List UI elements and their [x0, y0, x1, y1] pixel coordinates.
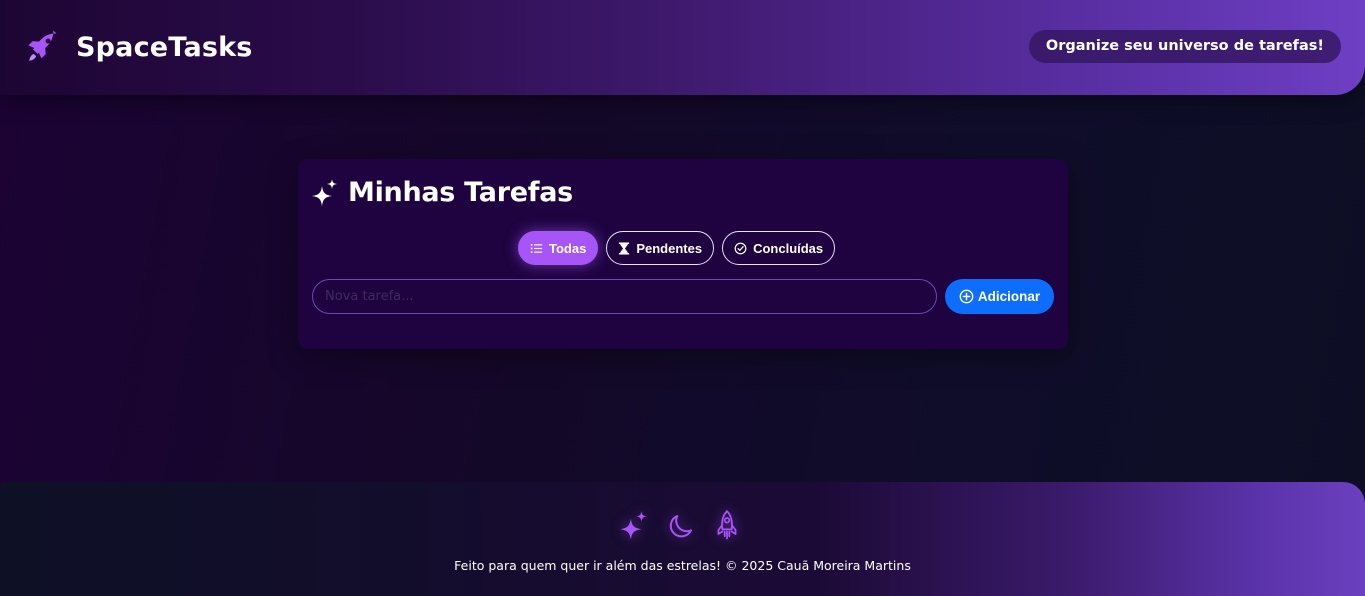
rocket-icon: [28, 30, 57, 61]
page-title: Minhas Tarefas: [348, 177, 573, 208]
slogan-badge: Organize seu universo de tarefas!: [1028, 30, 1341, 63]
filter-label: Todas: [549, 240, 587, 256]
add-task-button[interactable]: Adicionar: [945, 279, 1054, 314]
rocket-icon: [717, 510, 737, 540]
plus-circle-icon: [959, 289, 974, 304]
brand[interactable]: SpaceTasks: [24, 28, 253, 66]
app-footer: Feito para quem quer ir além das estrela…: [0, 482, 1365, 596]
filter-todas-button[interactable]: Todas: [518, 231, 599, 265]
footer-icons: [620, 510, 740, 542]
filter-concluidas-button[interactable]: Concluídas: [722, 231, 836, 265]
sparkles-icon: [620, 511, 647, 540]
hourglass-icon: [619, 241, 630, 255]
filter-pendentes-button[interactable]: Pendentes: [606, 231, 715, 265]
add-task-label: Adicionar: [977, 289, 1041, 304]
list-icon: [530, 243, 543, 253]
filter-group: Todas Pendentes Concluídas: [518, 231, 836, 265]
filter-label: Concluídas: [753, 240, 824, 256]
brand-name: SpaceTasks: [76, 31, 253, 63]
sparkles-icon: [312, 178, 337, 206]
filter-label: Pendentes: [636, 240, 703, 256]
card-title: Minhas Tarefas: [312, 177, 573, 208]
moon-icon: [669, 515, 692, 538]
footer-credit: Feito para quem quer ir além das estrela…: [454, 558, 911, 573]
new-task-input[interactable]: [312, 279, 937, 314]
check-circle-icon: [734, 242, 747, 254]
app-header: SpaceTasks Organize seu universo de tare…: [0, 0, 1365, 95]
tasks-card: Minhas Tarefas Todas Pendentes Concluída…: [298, 159, 1068, 349]
